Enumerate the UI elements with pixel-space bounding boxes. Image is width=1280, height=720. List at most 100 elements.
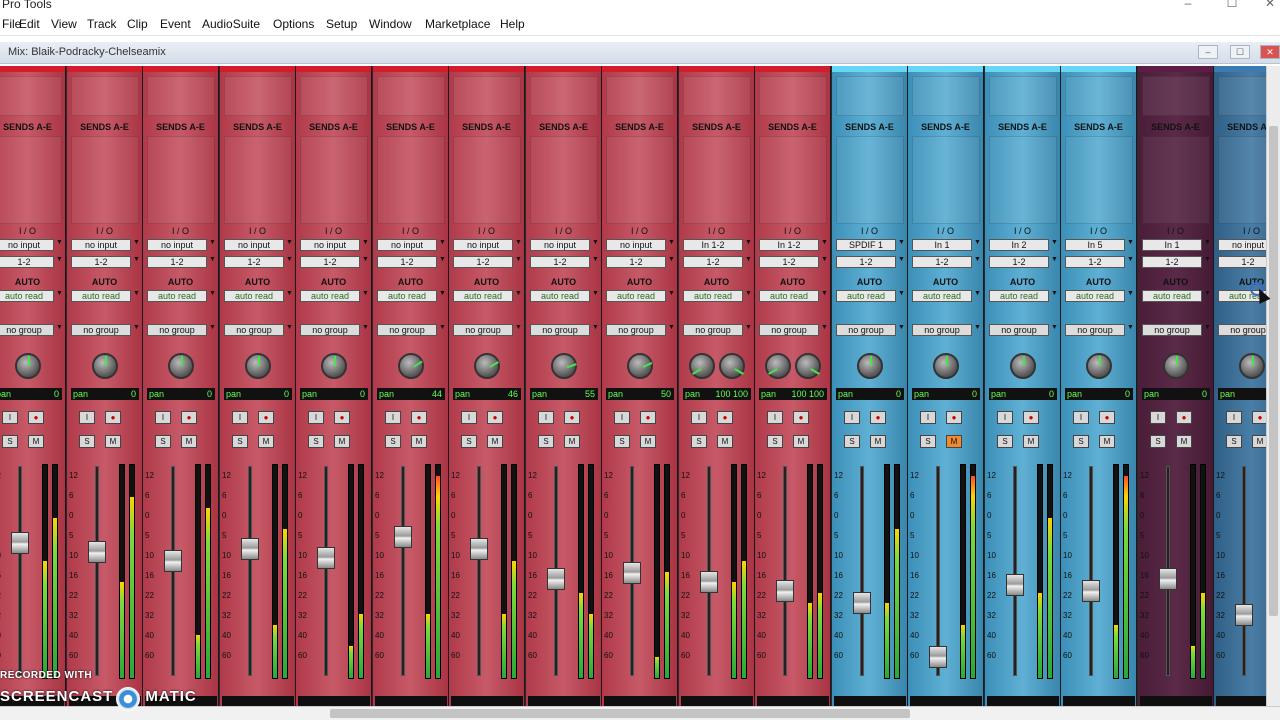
group-selector[interactable]: no group — [1065, 324, 1125, 336]
mute-button[interactable]: M — [411, 435, 427, 448]
input-monitor-button[interactable]: I — [844, 411, 860, 424]
mute-button[interactable]: M — [1023, 435, 1039, 448]
minimize-icon[interactable]: – — [1178, 0, 1198, 10]
output-selector[interactable]: 1-2 — [147, 256, 207, 268]
fader-track[interactable] — [248, 466, 252, 676]
solo-button[interactable]: S — [155, 435, 171, 448]
input-selector[interactable]: In 1-2 — [759, 239, 819, 251]
inserts-area[interactable] — [377, 76, 445, 116]
inserts-area[interactable] — [0, 76, 62, 116]
solo-button[interactable]: S — [308, 435, 324, 448]
solo-button[interactable]: S — [385, 435, 401, 448]
record-enable-button[interactable]: ● — [870, 411, 886, 424]
pan-knob[interactable] — [168, 353, 194, 379]
input-selector[interactable]: no input — [300, 239, 360, 251]
automation-mode-selector[interactable]: auto read — [530, 290, 590, 302]
sends-area[interactable] — [453, 136, 521, 224]
input-monitor-button[interactable]: I — [538, 411, 554, 424]
menu-window[interactable]: Window — [369, 17, 412, 31]
inserts-area[interactable] — [759, 76, 827, 116]
sends-area[interactable] — [912, 136, 980, 224]
output-selector[interactable]: 1-2 — [224, 256, 284, 268]
mute-button[interactable]: M — [870, 435, 886, 448]
inserts-area[interactable] — [683, 76, 751, 116]
sends-area[interactable] — [377, 136, 445, 224]
pan-knob-right[interactable] — [719, 353, 745, 379]
solo-button[interactable]: S — [997, 435, 1013, 448]
sends-area[interactable] — [71, 136, 139, 224]
mute-button[interactable]: M — [1176, 435, 1192, 448]
record-enable-button[interactable]: ● — [1099, 411, 1115, 424]
input-monitor-button[interactable]: I — [232, 411, 248, 424]
input-monitor-button[interactable]: I — [767, 411, 783, 424]
input-monitor-button[interactable]: I — [308, 411, 324, 424]
solo-button[interactable]: S — [691, 435, 707, 448]
automation-mode-selector[interactable]: auto read — [606, 290, 666, 302]
record-enable-button[interactable]: ● — [1023, 411, 1039, 424]
menu-marketplace[interactable]: Marketplace — [425, 17, 490, 31]
automation-mode-selector[interactable]: auto read — [1065, 290, 1125, 302]
record-enable-button[interactable]: ● — [717, 411, 733, 424]
output-selector[interactable]: 1-2 — [759, 256, 819, 268]
solo-button[interactable]: S — [767, 435, 783, 448]
pan-knob[interactable] — [92, 353, 118, 379]
fader-track[interactable] — [860, 466, 864, 676]
sends-area[interactable] — [989, 136, 1057, 224]
input-selector[interactable]: no input — [377, 239, 437, 251]
automation-mode-selector[interactable]: auto read — [912, 290, 972, 302]
input-selector[interactable]: In 5 — [1065, 239, 1125, 251]
menu-options[interactable]: Options — [273, 17, 314, 31]
input-selector[interactable]: In 1 — [1142, 239, 1202, 251]
volume-fader[interactable] — [1235, 604, 1253, 626]
record-enable-button[interactable]: ● — [258, 411, 274, 424]
mute-button[interactable]: M — [28, 435, 44, 448]
group-selector[interactable]: no group — [836, 324, 896, 336]
group-selector[interactable]: no group — [989, 324, 1049, 336]
output-selector[interactable]: 1-2 — [71, 256, 131, 268]
pan-knob[interactable] — [551, 353, 577, 379]
sends-area[interactable] — [836, 136, 904, 224]
input-monitor-button[interactable]: I — [2, 411, 18, 424]
volume-fader[interactable] — [11, 532, 29, 554]
input-monitor-button[interactable]: I — [614, 411, 630, 424]
group-selector[interactable]: no group — [530, 324, 590, 336]
input-selector[interactable]: no input — [530, 239, 590, 251]
record-enable-button[interactable]: ● — [640, 411, 656, 424]
volume-fader[interactable] — [164, 550, 182, 572]
input-monitor-button[interactable]: I — [691, 411, 707, 424]
pan-knob-left[interactable] — [689, 353, 715, 379]
group-selector[interactable]: no group — [147, 324, 207, 336]
volume-fader[interactable] — [241, 538, 259, 560]
sends-area[interactable] — [606, 136, 674, 224]
input-monitor-button[interactable]: I — [461, 411, 477, 424]
menu-audiosuite[interactable]: AudioSuite — [202, 17, 260, 31]
solo-button[interactable]: S — [1150, 435, 1166, 448]
output-selector[interactable]: 1-2 — [912, 256, 972, 268]
group-selector[interactable]: no group — [1142, 324, 1202, 336]
fader-track[interactable] — [1242, 466, 1246, 676]
sends-area[interactable] — [683, 136, 751, 224]
record-enable-button[interactable]: ● — [334, 411, 350, 424]
menu-view[interactable]: View — [51, 17, 77, 31]
mix-minimize-icon[interactable]: – — [1198, 45, 1218, 59]
volume-fader[interactable] — [88, 541, 106, 563]
output-selector[interactable]: 1-2 — [989, 256, 1049, 268]
solo-button[interactable]: S — [538, 435, 554, 448]
volume-fader[interactable] — [1082, 580, 1100, 602]
inserts-area[interactable] — [453, 76, 521, 116]
group-selector[interactable]: no group — [759, 324, 819, 336]
mute-button[interactable]: M — [946, 435, 962, 448]
sends-area[interactable] — [530, 136, 598, 224]
vertical-scrollbar[interactable] — [1266, 66, 1280, 706]
inserts-area[interactable] — [71, 76, 139, 116]
mute-button[interactable]: M — [1099, 435, 1115, 448]
automation-mode-selector[interactable]: auto read — [224, 290, 284, 302]
volume-fader[interactable] — [929, 646, 947, 668]
group-selector[interactable]: no group — [377, 324, 437, 336]
record-enable-button[interactable]: ● — [564, 411, 580, 424]
mute-button[interactable]: M — [258, 435, 274, 448]
mute-button[interactable]: M — [334, 435, 350, 448]
input-monitor-button[interactable]: I — [920, 411, 936, 424]
record-enable-button[interactable]: ● — [793, 411, 809, 424]
automation-mode-selector[interactable]: auto read — [0, 290, 54, 302]
